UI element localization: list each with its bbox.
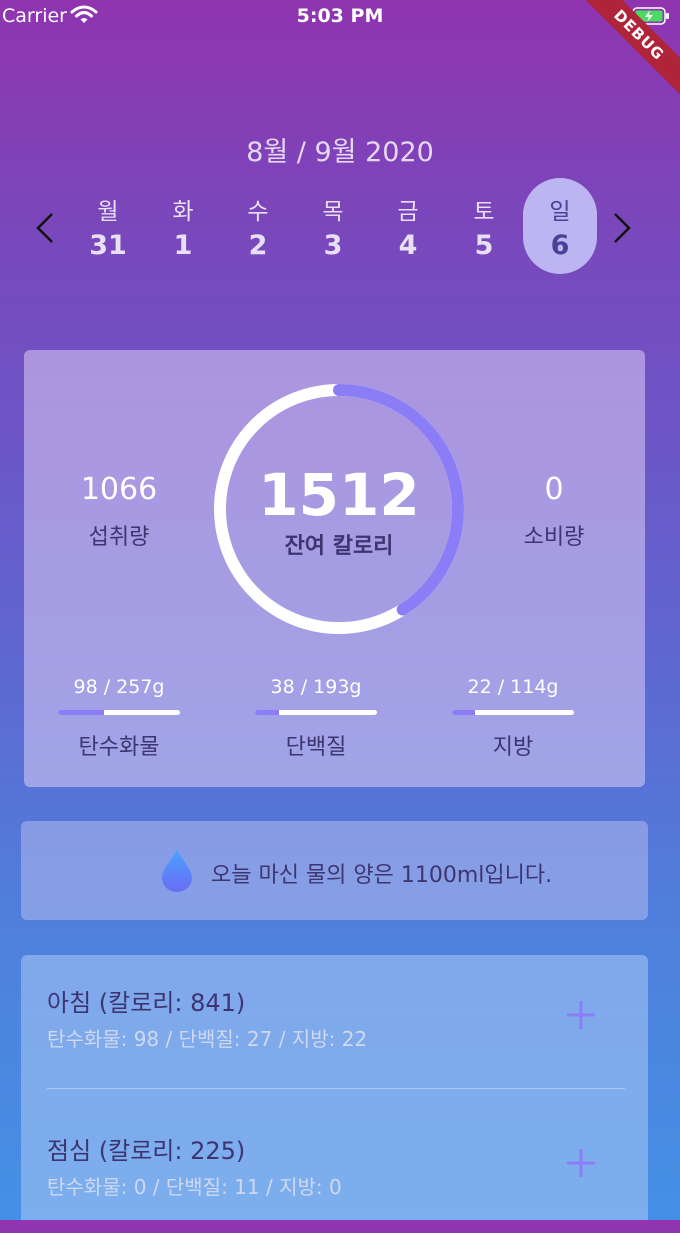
calorie-summary-card: 1066 섭취량 1512 잔여 칼로리 0 소비량 98 / 257g 탄수화… — [24, 350, 645, 787]
meal-detail: 탄수화물: 98 / 단백질: 27 / 지방: 22 — [47, 1027, 368, 1051]
week-selector: 월 31 화 1 수 2 목 3 금 4 토 5 일 6 — [0, 178, 680, 278]
meal-detail: 탄수화물: 0 / 단백질: 11 / 지방: 0 — [47, 1175, 342, 1199]
water-drop-icon — [159, 847, 195, 897]
next-week-chevron-icon[interactable] — [607, 208, 637, 248]
day-saturday[interactable]: 토 5 — [447, 178, 521, 274]
water-intake-text: 오늘 마신 물의 양은 1100ml입니다. — [211, 863, 553, 888]
day-number: 31 — [89, 230, 127, 261]
carbs-progress-fill — [58, 710, 105, 715]
intake-value: 1066 — [80, 472, 158, 507]
carbs-value: 98 / 257g — [73, 676, 165, 698]
meal-title: 아침 (칼로리: 841) — [47, 989, 246, 1017]
fat-label: 지방 — [492, 735, 534, 760]
day-name: 일 — [549, 199, 571, 225]
clock: 5:03 PM — [296, 5, 384, 27]
day-friday[interactable]: 금 4 — [371, 178, 445, 274]
day-number: 5 — [474, 230, 494, 261]
add-breakfast-plus-icon[interactable] — [565, 999, 597, 1035]
day-name: 화 — [172, 199, 194, 225]
status-bar: Carrier 5:03 PM DEBUG — [0, 0, 680, 105]
remaining-calories-label: 잔여 칼로리 — [284, 534, 394, 559]
fat-value: 22 / 114g — [467, 676, 559, 698]
day-monday[interactable]: 월 31 — [71, 178, 145, 274]
burned-stat: 0 소비량 — [459, 472, 649, 551]
fat-progress-fill — [452, 710, 476, 715]
protein-label: 단백질 — [285, 735, 347, 760]
fat-progress-bar — [452, 710, 574, 715]
meal-breakfast[interactable]: 아침 (칼로리: 841) 탄수화물: 98 / 단백질: 27 / 지방: 2… — [21, 955, 648, 1085]
day-number: 4 — [398, 230, 418, 261]
day-name: 토 — [473, 199, 495, 225]
meal-divider — [47, 1088, 625, 1089]
day-name: 금 — [397, 199, 419, 225]
protein-value: 38 / 193g — [270, 676, 362, 698]
day-thursday[interactable]: 목 3 — [296, 178, 370, 274]
carbs-label: 탄수화물 — [78, 735, 160, 760]
burned-label: 소비량 — [523, 525, 585, 550]
macro-fat: 22 / 114g 지방 — [433, 676, 593, 761]
day-number: 6 — [550, 230, 570, 261]
day-wednesday[interactable]: 수 2 — [221, 178, 295, 274]
day-sunday-selected[interactable]: 일 6 — [523, 178, 597, 274]
carbs-progress-bar — [58, 710, 180, 715]
meal-lunch[interactable]: 점심 (칼로리: 225) 탄수화물: 0 / 단백질: 11 / 지방: 0 — [21, 1103, 648, 1233]
macro-carbs: 98 / 257g 탄수화물 — [39, 676, 199, 761]
protein-progress-bar — [255, 710, 377, 715]
macro-protein: 38 / 193g 단백질 — [236, 676, 396, 761]
intake-stat: 1066 섭취량 — [24, 472, 214, 551]
day-name: 수 — [247, 199, 269, 225]
meal-title: 점심 (칼로리: 225) — [47, 1137, 246, 1165]
meals-card: 아침 (칼로리: 841) 탄수화물: 98 / 단백질: 27 / 지방: 2… — [21, 955, 648, 1220]
day-number: 2 — [248, 230, 268, 261]
day-number: 3 — [323, 230, 343, 261]
add-lunch-plus-icon[interactable] — [565, 1147, 597, 1183]
day-tuesday[interactable]: 화 1 — [146, 178, 220, 274]
water-intake-card[interactable]: 오늘 마신 물의 양은 1100ml입니다. — [21, 821, 648, 920]
ring-center: 1512 잔여 칼로리 — [214, 462, 464, 560]
remaining-calories-value: 1512 — [258, 461, 420, 529]
burned-value: 0 — [544, 472, 564, 507]
previous-week-chevron-icon[interactable] — [30, 208, 60, 248]
day-name: 월 — [97, 199, 119, 225]
day-name: 목 — [322, 199, 344, 225]
intake-label: 섭취량 — [88, 525, 150, 550]
protein-progress-fill — [255, 710, 280, 715]
month-title: 8월 / 9월 2020 — [246, 137, 434, 168]
day-number: 1 — [173, 230, 193, 261]
